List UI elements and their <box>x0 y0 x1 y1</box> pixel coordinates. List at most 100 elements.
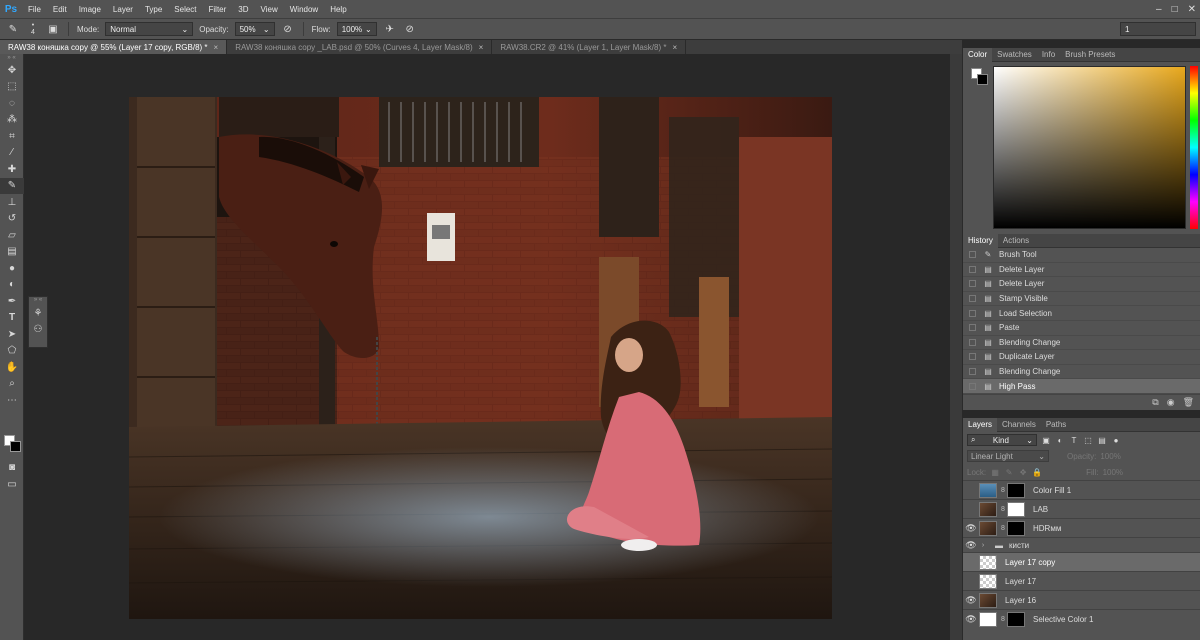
history-item[interactable]: ▤ Load Selection <box>963 306 1200 321</box>
brush-icon[interactable]: ✎ <box>0 177 24 194</box>
history-snapshot-checkbox[interactable] <box>963 280 981 288</box>
brush-panel-icon[interactable]: ⚘ <box>29 305 47 322</box>
menu-layer[interactable]: Layer <box>107 5 139 14</box>
menu-filter[interactable]: Filter <box>203 5 233 14</box>
tab-brush-presets[interactable]: Brush Presets <box>1060 48 1120 62</box>
tab-paths[interactable]: Paths <box>1041 418 1071 432</box>
eye-icon[interactable]: 👁 <box>963 595 979 606</box>
history-item-selected[interactable]: ▤ High Pass <box>963 379 1200 394</box>
document-tab[interactable]: RAW38 коняшка copy @ 55% (Layer 17 copy,… <box>0 40 228 54</box>
close-icon[interactable]: × <box>672 43 677 52</box>
layer-mask-thumbnail[interactable] <box>1007 482 1025 498</box>
history-item[interactable]: ▤ Delete Layer <box>963 277 1200 292</box>
close-icon[interactable]: ✕ <box>1188 4 1196 15</box>
quick-mask-icon[interactable]: ◙ <box>0 459 24 476</box>
history-item[interactable]: ▤ Blending Change <box>963 365 1200 380</box>
opacity-value[interactable]: 100% <box>1100 452 1120 461</box>
background-color-swatch[interactable] <box>977 74 988 85</box>
clone-source-icon[interactable]: ⚇ <box>29 322 47 339</box>
pressure-size-icon[interactable]: ⊘ <box>403 22 417 36</box>
panel-grip-icon[interactable]: » « <box>0 54 23 62</box>
eye-icon[interactable]: 👁 <box>963 540 979 551</box>
shape-icon[interactable]: ⬠ <box>0 343 24 360</box>
history-snapshot-checkbox[interactable] <box>963 368 981 376</box>
blend-mode-select[interactable]: Linear Light ⌄ <box>967 450 1049 462</box>
tab-layers[interactable]: Layers <box>963 417 998 432</box>
type-icon[interactable]: T <box>0 310 24 327</box>
minimize-icon[interactable]: – <box>1156 4 1162 15</box>
healing-icon[interactable]: ✚ <box>0 161 24 178</box>
path-select-icon[interactable]: ➤ <box>0 326 24 343</box>
adjustment-filter-icon[interactable]: ◐ <box>1055 436 1065 445</box>
layer-group-row[interactable]: 👁 › ▬ кисти <box>963 537 1200 552</box>
eyedropper-icon[interactable]: ⁄ <box>0 145 24 162</box>
menu-image[interactable]: Image <box>73 5 107 14</box>
type-filter-icon[interactable]: T <box>1069 436 1079 445</box>
layer-mask-thumbnail[interactable] <box>1007 520 1025 536</box>
shape-filter-icon[interactable]: ⬚ <box>1083 436 1093 445</box>
document-tab[interactable]: RAW38 коняшка copy _LAB.psd @ 50% (Curve… <box>227 40 493 54</box>
history-snapshot-checkbox[interactable] <box>963 353 981 361</box>
quick-select-icon[interactable]: ⁂ <box>0 112 24 129</box>
new-document-from-state-icon[interactable]: ⧉ <box>1152 397 1158 408</box>
fill-value[interactable]: 100% <box>1103 468 1123 477</box>
tab-swatches[interactable]: Swatches <box>992 48 1037 62</box>
document-canvas[interactable] <box>129 97 832 619</box>
blur-icon[interactable]: ● <box>0 260 24 277</box>
filter-toggle-icon[interactable]: ● <box>1111 436 1121 445</box>
layer-row[interactable]: 👁 8 Selective Color 1 <box>963 609 1200 628</box>
tab-channels[interactable]: Channels <box>997 418 1041 432</box>
close-icon[interactable]: × <box>479 43 484 52</box>
gradient-icon[interactable]: ▤ <box>0 244 24 261</box>
history-item[interactable]: ✎ Brush Tool <box>963 248 1200 263</box>
expand-arrow-icon[interactable]: › <box>979 542 987 549</box>
history-item[interactable]: ▤ Stamp Visible <box>963 292 1200 307</box>
screen-mode-icon[interactable]: ▭ <box>0 476 24 493</box>
dodge-icon[interactable]: ◐ <box>0 277 24 294</box>
brush-panel-toggle-icon[interactable]: ▣ <box>46 22 60 36</box>
tab-history[interactable]: History <box>963 233 998 248</box>
pen-icon[interactable]: ✒ <box>0 293 24 310</box>
trash-icon[interactable]: 🗑 <box>1183 397 1194 408</box>
history-snapshot-checkbox[interactable] <box>963 382 981 390</box>
lock-position-icon[interactable]: ✥ <box>1018 468 1028 477</box>
stamp-icon[interactable]: ⊥ <box>0 194 24 211</box>
layer-row[interactable]: 👁 Layer 16 <box>963 590 1200 609</box>
menu-3d[interactable]: 3D <box>232 5 254 14</box>
history-snapshot-checkbox[interactable] <box>963 309 981 317</box>
eye-icon[interactable]: 👁 <box>963 523 979 534</box>
document-tab[interactable]: RAW38.CR2 @ 41% (Layer 1, Layer Mask/8) … <box>492 40 687 54</box>
hand-icon[interactable]: ✋ <box>0 359 24 376</box>
lasso-icon[interactable]: ◌ <box>0 95 24 112</box>
zoom-icon[interactable]: ⌕ <box>0 376 24 393</box>
menu-help[interactable]: Help <box>324 5 352 14</box>
workspace-field[interactable]: 1 <box>1120 22 1196 36</box>
history-item[interactable]: ▤ Blending Change <box>963 336 1200 351</box>
tab-info[interactable]: Info <box>1037 48 1060 62</box>
history-item[interactable]: ▤ Delete Layer <box>963 263 1200 278</box>
menu-file[interactable]: File <box>22 5 47 14</box>
layer-mask-thumbnail[interactable] <box>1007 611 1025 627</box>
airbrush-icon[interactable]: ✈ <box>383 22 397 36</box>
layer-row[interactable]: 8 Color Fill 1 <box>963 480 1200 499</box>
brush-preset-icon[interactable]: ✎ <box>6 22 20 36</box>
more-icon[interactable]: ⋯ <box>0 392 24 409</box>
history-snapshot-checkbox[interactable] <box>963 295 981 303</box>
layer-row[interactable]: 👁 8 HDRмм <box>963 518 1200 537</box>
close-icon[interactable]: × <box>214 43 219 52</box>
layer-row[interactable]: Layer 17 <box>963 571 1200 590</box>
brush-size-picker[interactable]: • 4 <box>26 22 40 36</box>
flow-input[interactable]: 100% ⌄ <box>336 22 377 36</box>
tab-color[interactable]: Color <box>963 47 993 62</box>
menu-edit[interactable]: Edit <box>47 5 73 14</box>
history-snapshot-checkbox[interactable] <box>963 324 981 332</box>
history-snapshot-checkbox[interactable] <box>963 338 981 346</box>
lock-all-icon[interactable]: 🔒 <box>1032 468 1042 477</box>
history-snapshot-checkbox[interactable] <box>963 251 981 259</box>
menu-type[interactable]: Type <box>139 5 168 14</box>
snapshot-icon[interactable]: ◉ <box>1167 397 1175 408</box>
mode-select[interactable]: Normal ⌄ <box>105 22 194 36</box>
panel-grip-icon[interactable]: » « <box>29 297 47 305</box>
eraser-icon[interactable]: ▱ <box>0 227 24 244</box>
move-icon[interactable]: ✥ <box>0 62 24 79</box>
